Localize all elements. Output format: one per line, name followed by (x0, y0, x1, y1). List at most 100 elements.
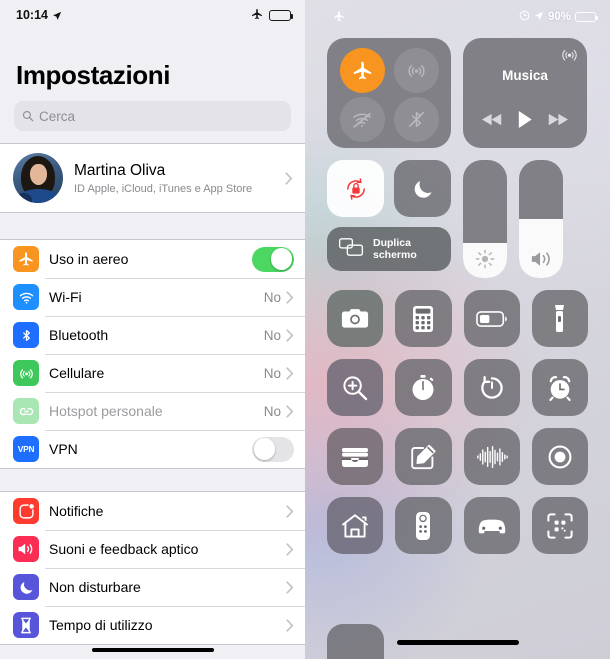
settings-row-accessory (286, 618, 305, 632)
screen-mirroring-label: Duplica schermo (373, 237, 417, 262)
settings-row-label: VPN (49, 441, 78, 457)
status-bar: 10:14 (0, 0, 305, 30)
tile-row-3 (327, 428, 588, 485)
settings-row-non-disturbare[interactable]: Non disturbare (0, 568, 305, 606)
calculator-tile[interactable] (395, 290, 452, 347)
settings-row-accessory: No (264, 404, 305, 419)
airplane-mode-toggle[interactable] (339, 48, 385, 93)
magnifier-tile[interactable] (327, 359, 384, 416)
stopwatch-tile[interactable] (395, 359, 452, 416)
settings-row-hotspot-personale[interactable]: Hotspot personale No (0, 392, 305, 430)
settings-row-bluetooth[interactable]: Bluetooth No (0, 316, 305, 354)
voice-memos-tile[interactable] (463, 428, 520, 485)
settings-row-label: Suoni e feedback aptico (49, 541, 199, 557)
settings-row-value: No (263, 403, 281, 419)
hourglass-icon (13, 612, 39, 638)
tile-row-1 (327, 290, 588, 347)
vpn-icon: VPN (13, 436, 39, 462)
wallet-tile[interactable] (327, 428, 384, 485)
moon-icon (13, 574, 39, 600)
home-indicator (396, 640, 519, 645)
cellular-data-toggle[interactable] (393, 48, 439, 93)
tile-row-5-partial (327, 624, 384, 659)
chevron-right-icon (286, 366, 294, 380)
status-bar-left: 10:14 (16, 8, 62, 22)
settings-row-value: No (263, 365, 281, 381)
mirroring-line-2: schermo (373, 249, 417, 261)
connectivity-module[interactable] (327, 38, 451, 148)
extra-tile[interactable] (327, 624, 384, 659)
screen-mirroring-button[interactable]: Duplica schermo (327, 227, 451, 271)
rewind-icon[interactable] (482, 112, 503, 132)
chevron-right-icon (286, 580, 294, 594)
settings-row-tempo-di-utilizzo[interactable]: Tempo di utilizzo (0, 606, 305, 644)
connectivity-group: Uso in aereo Wi-Fi No Bluetooth No Cellulare N… (0, 239, 305, 469)
timer-tile[interactable] (463, 359, 520, 416)
avatar (13, 153, 63, 203)
alarm-icon (519, 10, 530, 24)
tile-row-2 (327, 359, 588, 416)
apple-tv-remote-tile[interactable] (395, 497, 452, 554)
chevron-right-icon (286, 328, 294, 342)
volume-slider[interactable] (519, 160, 563, 278)
notes-tile[interactable] (395, 428, 452, 485)
cc-mid-left: Duplica schermo (327, 160, 451, 278)
settings-row-suoni-e-feedback-aptico[interactable]: Suoni e feedback aptico (0, 530, 305, 568)
screen-mirroring-icon (338, 237, 364, 262)
do-not-disturb-button[interactable] (394, 160, 451, 217)
brightness-icon (463, 248, 507, 270)
location-arrow-icon (52, 10, 62, 20)
home-tile[interactable] (327, 497, 384, 554)
settings-toggle[interactable] (252, 436, 294, 462)
account-name: Martina Oliva (74, 162, 166, 180)
apple-id-row[interactable]: Martina Oliva ID Apple, iCloud, iTunes e… (0, 144, 305, 212)
settings-toggle[interactable] (252, 246, 294, 272)
volume-icon (519, 248, 563, 270)
camera-tile[interactable] (327, 290, 384, 347)
account-text: Martina Oliva ID Apple, iCloud, iTunes e… (74, 161, 274, 194)
wifi-icon (13, 284, 39, 310)
settings-row-accessory (286, 504, 305, 518)
cc-tiles (305, 278, 610, 554)
search-container: Cerca (0, 101, 305, 143)
rotation-lock-button[interactable] (327, 160, 384, 217)
wifi-toggle[interactable] (339, 97, 385, 142)
play-icon[interactable] (517, 110, 533, 134)
airplane-mode-icon (333, 10, 345, 25)
bluetooth-icon (13, 322, 39, 348)
music-title: Musica (502, 68, 548, 83)
screen-recording-tile[interactable] (531, 428, 588, 485)
settings-row-accessory (252, 436, 305, 462)
settings-row-label: Tempo di utilizzo (49, 617, 153, 633)
chevron-right-icon (285, 171, 293, 185)
low-power-mode-tile[interactable] (463, 290, 520, 347)
cc-status-right: 90% (519, 10, 598, 24)
carplay-tile[interactable] (463, 497, 520, 554)
cc-status-bar: 90% (305, 0, 610, 34)
settings-screen: 10:14 Impostazioni Cerca Martina Oliva I… (0, 0, 305, 659)
music-controls (463, 110, 587, 134)
mirroring-line-1: Duplica (373, 236, 411, 249)
settings-row-notifiche[interactable]: Notifiche (0, 492, 305, 530)
flashlight-tile[interactable] (531, 290, 588, 347)
settings-row-uso-in-aereo[interactable]: Uso in aereo (0, 240, 305, 278)
chevron-right-icon (286, 404, 294, 418)
brightness-slider[interactable] (463, 160, 507, 278)
settings-row-label: Non disturbare (49, 579, 141, 595)
search-input[interactable]: Cerca (14, 101, 291, 131)
airplay-icon[interactable] (561, 46, 578, 68)
alarm-clock-tile[interactable] (531, 359, 588, 416)
cc-row-1: Musica (327, 38, 588, 148)
qr-scanner-tile[interactable] (531, 497, 588, 554)
music-module[interactable]: Musica (463, 38, 587, 148)
fast-forward-icon[interactable] (547, 112, 568, 132)
notifications-icon (13, 498, 39, 524)
page-title: Impostazioni (16, 60, 171, 90)
settings-row-cellulare[interactable]: Cellulare No (0, 354, 305, 392)
settings-row-vpn[interactable]: VPN VPN (0, 430, 305, 468)
settings-row-wi-fi[interactable]: Wi-Fi No (0, 278, 305, 316)
cc-top-modules: Musica Duplica schermo (305, 34, 610, 278)
battery-icon (575, 11, 598, 23)
chevron-right-icon (286, 542, 294, 556)
bluetooth-toggle[interactable] (393, 97, 439, 142)
